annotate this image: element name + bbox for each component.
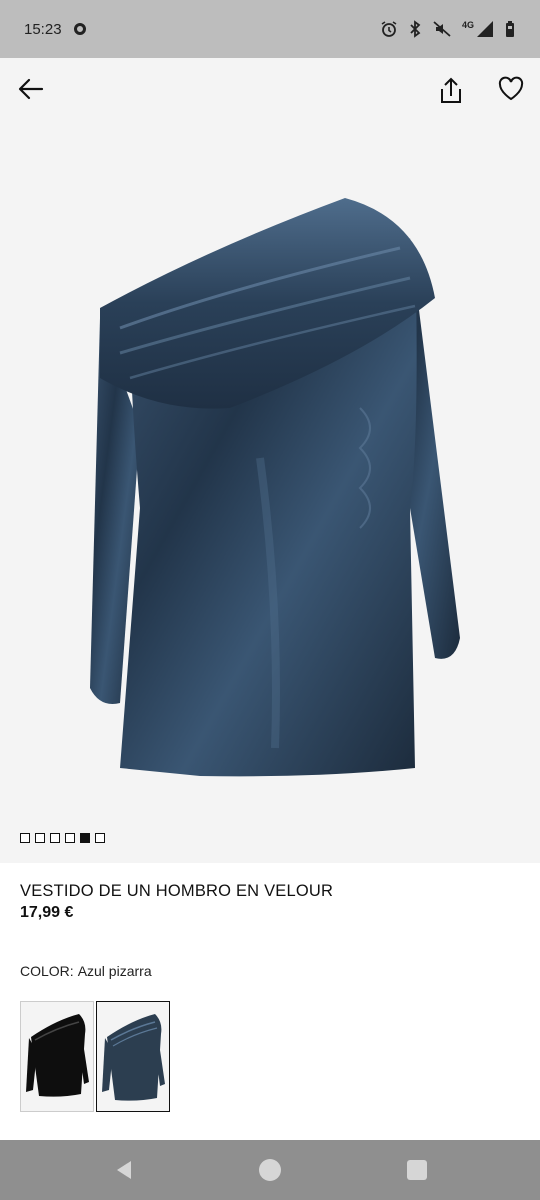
product-image-gallery[interactable]	[0, 58, 540, 863]
pagination-dot-active[interactable]	[80, 833, 90, 843]
network-label: 4G	[461, 20, 474, 30]
product-image	[90, 198, 460, 777]
swatch-image-black	[26, 1014, 89, 1097]
color-swatches	[20, 1001, 170, 1112]
battery-icon	[506, 21, 514, 37]
image-pagination	[20, 833, 105, 843]
mute-icon	[433, 21, 451, 37]
top-actions	[0, 58, 540, 118]
product-price: 17,99 €	[20, 904, 74, 921]
share-button[interactable]	[436, 76, 466, 106]
swatch-slate-blue[interactable]	[96, 1001, 170, 1112]
status-time: 15:23	[24, 20, 62, 38]
pagination-dot[interactable]	[65, 833, 75, 843]
swatch-black[interactable]	[20, 1001, 94, 1112]
pagination-dot[interactable]	[50, 833, 60, 843]
pagination-dot[interactable]	[95, 833, 105, 843]
system-navigation-bar	[0, 1140, 540, 1200]
back-button[interactable]	[14, 74, 48, 104]
color-label: COLOR:	[20, 963, 74, 979]
status-icons: 4G	[380, 20, 516, 38]
nav-back-button[interactable]	[112, 1158, 136, 1182]
swatch-image-slate-blue	[102, 1014, 165, 1101]
product-title: VESTIDO DE UN HOMBRO EN VELOUR	[20, 882, 334, 900]
alarm-icon	[381, 21, 397, 37]
favorite-button[interactable]	[496, 74, 526, 104]
pagination-dot[interactable]	[20, 833, 30, 843]
nav-home-button[interactable]	[258, 1158, 282, 1182]
product-info: VESTIDO DE UN HOMBRO EN VELOUR 17,99 €	[20, 882, 520, 922]
notification-dot-icon	[73, 23, 86, 35]
signal-icon	[477, 21, 493, 37]
pagination-dot[interactable]	[35, 833, 45, 843]
status-bar: 15:23 4G	[0, 0, 540, 58]
nav-recents-button[interactable]	[406, 1158, 428, 1182]
bluetooth-icon	[410, 20, 421, 38]
color-value: Azul pizarra	[77, 963, 152, 979]
color-selector-label: COLOR: Azul pizarra	[20, 963, 152, 979]
